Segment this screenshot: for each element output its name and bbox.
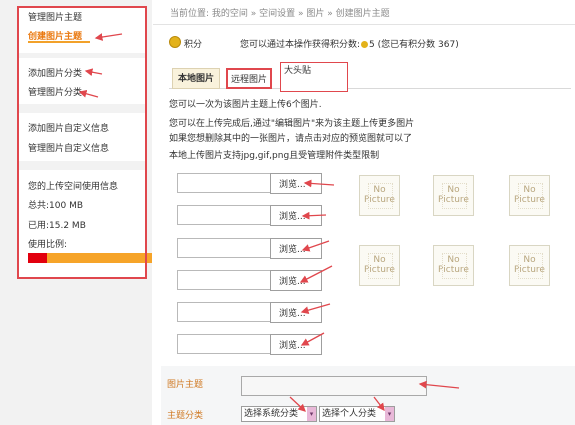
preview-thumbnail[interactable]: No Picture xyxy=(433,175,474,216)
file-path-input[interactable] xyxy=(177,238,271,258)
preview-thumbnail[interactable]: No Picture xyxy=(359,245,400,286)
topic-input[interactable] xyxy=(241,376,427,396)
main-content: 当前位置: 我的空间 » 空间设置 » 图片 » 创建图片主题 积分 您可以通过… xyxy=(153,0,575,425)
browse-button[interactable]: 浏览... xyxy=(270,302,322,323)
chevron-down-icon: ▾ xyxy=(307,407,316,421)
browse-button[interactable]: 浏览... xyxy=(270,334,322,355)
info-line-2: 您可以在上传完成后,通过"编辑图片"来为该主题上传更多图片 xyxy=(169,119,415,129)
tab-local-images[interactable]: 本地图片 xyxy=(172,68,220,89)
info-line-4: 本地上传图片支持jpg,gif,png且受管理附件类型限制 xyxy=(169,151,380,161)
preview-thumbnail[interactable]: No Picture xyxy=(509,245,550,286)
info-line-3: 如果您想删除其中的一张图片，请点击对应的预览图就可以了 xyxy=(169,134,413,144)
points-text-before: 您可以通过本操作获得积分数: xyxy=(240,40,361,50)
tab-remote-images[interactable]: 远程图片 xyxy=(226,68,272,89)
small-coin-icon xyxy=(361,41,369,48)
file-path-input[interactable] xyxy=(177,334,271,354)
file-path-input[interactable] xyxy=(177,205,271,225)
file-path-input[interactable] xyxy=(177,270,271,290)
points-info: 您可以通过本操作获得积分数: 5 (您已有积分数 367) xyxy=(240,37,459,50)
tab-photo-sticker[interactable]: 大头贴 xyxy=(280,62,348,92)
placeholder-frame xyxy=(368,183,393,209)
breadcrumb: 当前位置: 我的空间 » 空间设置 » 图片 » 创建图片主题 xyxy=(170,9,390,19)
divider xyxy=(153,24,575,25)
placeholder-frame xyxy=(442,183,467,209)
system-category-value: 选择系统分类 xyxy=(244,409,299,419)
topic-label: 图片主题 xyxy=(167,380,204,390)
points-label: 积分 xyxy=(184,40,203,50)
personal-category-select[interactable]: 选择个人分类 ▾ xyxy=(319,406,395,422)
placeholder-frame xyxy=(518,183,543,209)
file-path-input[interactable] xyxy=(177,173,271,193)
browse-button[interactable]: 浏览... xyxy=(270,173,322,194)
points-text-after: (您已有积分数 367) xyxy=(377,40,459,50)
preview-thumbnail[interactable]: No Picture xyxy=(509,175,550,216)
placeholder-frame xyxy=(518,253,543,279)
coin-icon xyxy=(169,36,181,48)
system-category-select[interactable]: 选择系统分类 ▾ xyxy=(241,406,317,422)
placeholder-frame xyxy=(368,253,393,279)
personal-category-value: 选择个人分类 xyxy=(322,409,377,419)
browse-button[interactable]: 浏览... xyxy=(270,238,322,259)
points-value: 5 xyxy=(369,40,375,50)
info-line-1: 您可以一次为该图片主题上传6个图片. xyxy=(169,100,322,110)
chevron-down-icon: ▾ xyxy=(385,407,394,421)
preview-thumbnail[interactable]: No Picture xyxy=(433,245,474,286)
placeholder-frame xyxy=(442,253,467,279)
browse-button[interactable]: 浏览... xyxy=(270,205,322,226)
category-label: 主题分类 xyxy=(167,411,204,421)
sidebar: 管理图片主题 创建图片主题 添加图片分类 管理图片分类 添加图片自定义信息 管理… xyxy=(0,0,152,425)
annotation-frame-sidebar xyxy=(17,6,147,279)
browse-button[interactable]: 浏览... xyxy=(270,270,322,291)
file-path-input[interactable] xyxy=(177,302,271,322)
preview-thumbnail[interactable]: No Picture xyxy=(359,175,400,216)
